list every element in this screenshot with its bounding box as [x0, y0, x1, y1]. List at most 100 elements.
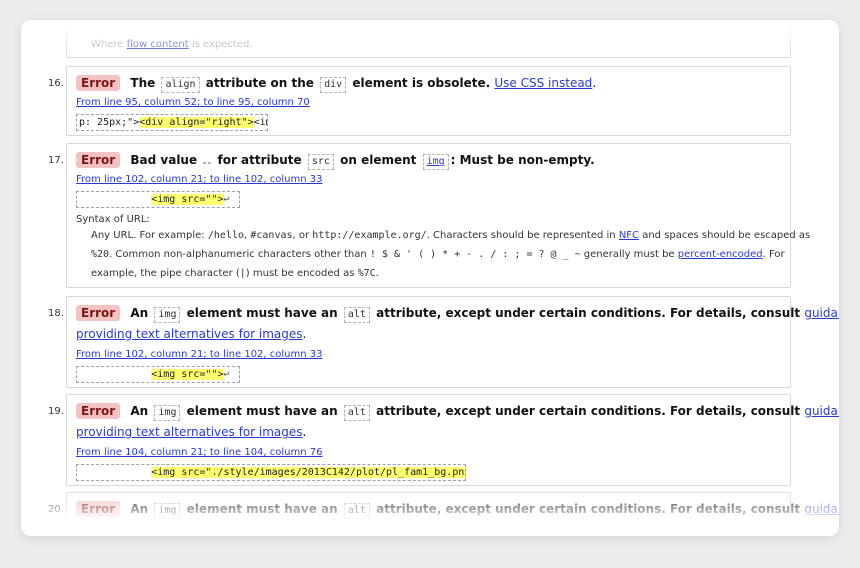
location-line: From line 104, column 21; to line 104, c…: [76, 447, 323, 458]
code-snippet: <img src="./style/images/2013C142/plot/p…: [76, 464, 466, 481]
code-text: ! $ & ' ( ) * + - . / : ; = ? @ _ ~: [369, 249, 581, 260]
text: is expected.: [188, 39, 253, 50]
highlight: <img src="">: [151, 194, 224, 205]
location-link[interactable]: From line 102, column 21; to line 102, c…: [76, 349, 323, 360]
error-badge: Error: [76, 501, 121, 517]
text: ) must be encoded as: [245, 268, 358, 279]
code-text: %7C: [357, 268, 376, 279]
text: .: [375, 268, 379, 279]
code-img: img: [154, 503, 181, 519]
text: p: 25px;">: [79, 117, 140, 128]
percent-encoded-link[interactable]: percent-encoded: [678, 249, 763, 260]
text: and spaces should be escaped as: [639, 230, 811, 241]
code-empty-value: [203, 162, 212, 164]
guidance-link[interactable]: guidance on: [804, 502, 839, 516]
text: . For: [762, 249, 785, 260]
code-align: align: [161, 77, 200, 93]
message-line: Where flow content is expected.: [91, 39, 253, 50]
location-line: From line 95, column 52; to line 95, col…: [76, 97, 310, 108]
code-img: img: [154, 405, 181, 421]
text: generally must be: [580, 249, 678, 260]
code-text: %20: [91, 249, 110, 260]
text: attribute on the: [205, 76, 314, 90]
code-snippet: p: 25px;"><div align="right"><img s: [76, 114, 268, 131]
text: . Common non-alphanumeric characters oth…: [109, 249, 370, 260]
error-message-cont: providing text alternatives for images.: [76, 425, 306, 439]
text: attribute, except under certain conditio…: [376, 404, 801, 418]
result-card-17: Error Bad value for attribute src on ele…: [66, 143, 810, 288]
syntax-line-2: %20. Common non-alphanumeric characters …: [91, 249, 785, 260]
code-snippet: <img src="">↩: [76, 366, 240, 383]
return-glyph: ↩: [223, 369, 230, 380]
text: attribute, except under certain conditio…: [376, 502, 801, 516]
error-message: Error An img element must have an alt at…: [76, 501, 839, 519]
results-list: Where flow content is expected. 16. Erro…: [21, 20, 839, 536]
result-card-18: Error An img element must have an alt at…: [66, 296, 839, 388]
return-glyph: ↩: [223, 194, 230, 205]
text: An: [130, 404, 149, 418]
guidance-link-cont[interactable]: providing text alternatives for images: [76, 327, 303, 341]
code-text: #canvas: [250, 230, 293, 241]
code-alt: alt: [343, 503, 370, 519]
location-link[interactable]: From line 95, column 52; to line 95, col…: [76, 97, 310, 108]
text: Bad value: [130, 153, 198, 167]
text: attribute, except under certain conditio…: [376, 306, 801, 320]
text: <img s: [253, 117, 267, 128]
text: [79, 467, 151, 478]
text: [79, 194, 151, 205]
text: for attribute: [217, 153, 302, 167]
code-img: img: [154, 307, 181, 323]
text: An: [130, 502, 149, 516]
validator-window: Where flow content is expected. 16. Erro…: [21, 20, 839, 536]
code-src: src: [307, 154, 334, 170]
nfc-link[interactable]: NFC: [619, 230, 639, 241]
use-css-link[interactable]: Use CSS instead: [494, 76, 592, 90]
location-line: From line 102, column 21; to line 102, c…: [76, 349, 323, 360]
text: element must have an: [186, 306, 338, 320]
result-card-15-partial: Where flow content is expected.: [66, 20, 791, 58]
text: element is obsolete.: [352, 76, 491, 90]
text: Any URL. For example:: [91, 230, 208, 241]
guidance-link-cont[interactable]: providing text alternatives for images: [76, 425, 303, 439]
error-badge: Error: [76, 403, 121, 419]
text: , or: [292, 230, 313, 241]
code-snippet: <img src="">↩: [76, 191, 240, 208]
text: . Characters should be represented in: [426, 230, 619, 241]
flow-content-link[interactable]: flow content: [127, 39, 189, 50]
code-img-link[interactable]: img: [422, 154, 449, 170]
highlight: <div align="right">: [139, 117, 254, 128]
syntax-line-1: Any URL. For example: /hello, #canvas, o…: [91, 230, 810, 241]
text: .: [302, 425, 307, 439]
code-alt: alt: [343, 405, 370, 421]
code-text: http://example.org/: [312, 230, 427, 241]
text: .: [302, 327, 307, 341]
text: [79, 369, 151, 380]
text: element must have an: [186, 404, 338, 418]
location-link[interactable]: From line 102, column 21; to line 102, c…: [76, 174, 323, 185]
code-div: div: [320, 77, 347, 93]
error-message: Error An img element must have an alt at…: [76, 305, 839, 323]
location-line: From line 102, column 21; to line 102, c…: [76, 174, 323, 185]
text: An: [130, 306, 149, 320]
text: : Must be non-empty.: [450, 153, 595, 167]
text: element must have an: [186, 502, 338, 516]
error-message: Error The align attribute on the div ele…: [76, 75, 596, 93]
result-card-19: Error An img element must have an alt at…: [66, 394, 839, 486]
guidance-link[interactable]: guidance on: [804, 306, 839, 320]
syntax-line-3: example, the pipe character (|) must be …: [91, 268, 379, 279]
text: .: [592, 76, 597, 90]
error-message: Error Bad value for attribute src on ele…: [76, 152, 595, 170]
text: Where: [91, 39, 127, 50]
code-alt: alt: [343, 307, 370, 323]
result-card-20-partial: Error An img element must have an alt at…: [66, 492, 839, 536]
error-message-cont: providing text alternatives for images.: [76, 327, 306, 341]
result-card-16: Error The align attribute on the div ele…: [66, 66, 791, 136]
code-text: /hello: [207, 230, 244, 241]
text: The: [130, 76, 156, 90]
location-link[interactable]: From line 104, column 21; to line 104, c…: [76, 447, 323, 458]
guidance-link[interactable]: guidance on: [804, 404, 839, 418]
error-badge: Error: [76, 152, 121, 168]
syntax-label: Syntax of URL:: [76, 214, 150, 225]
text: on element: [340, 153, 417, 167]
error-badge: Error: [76, 305, 121, 321]
